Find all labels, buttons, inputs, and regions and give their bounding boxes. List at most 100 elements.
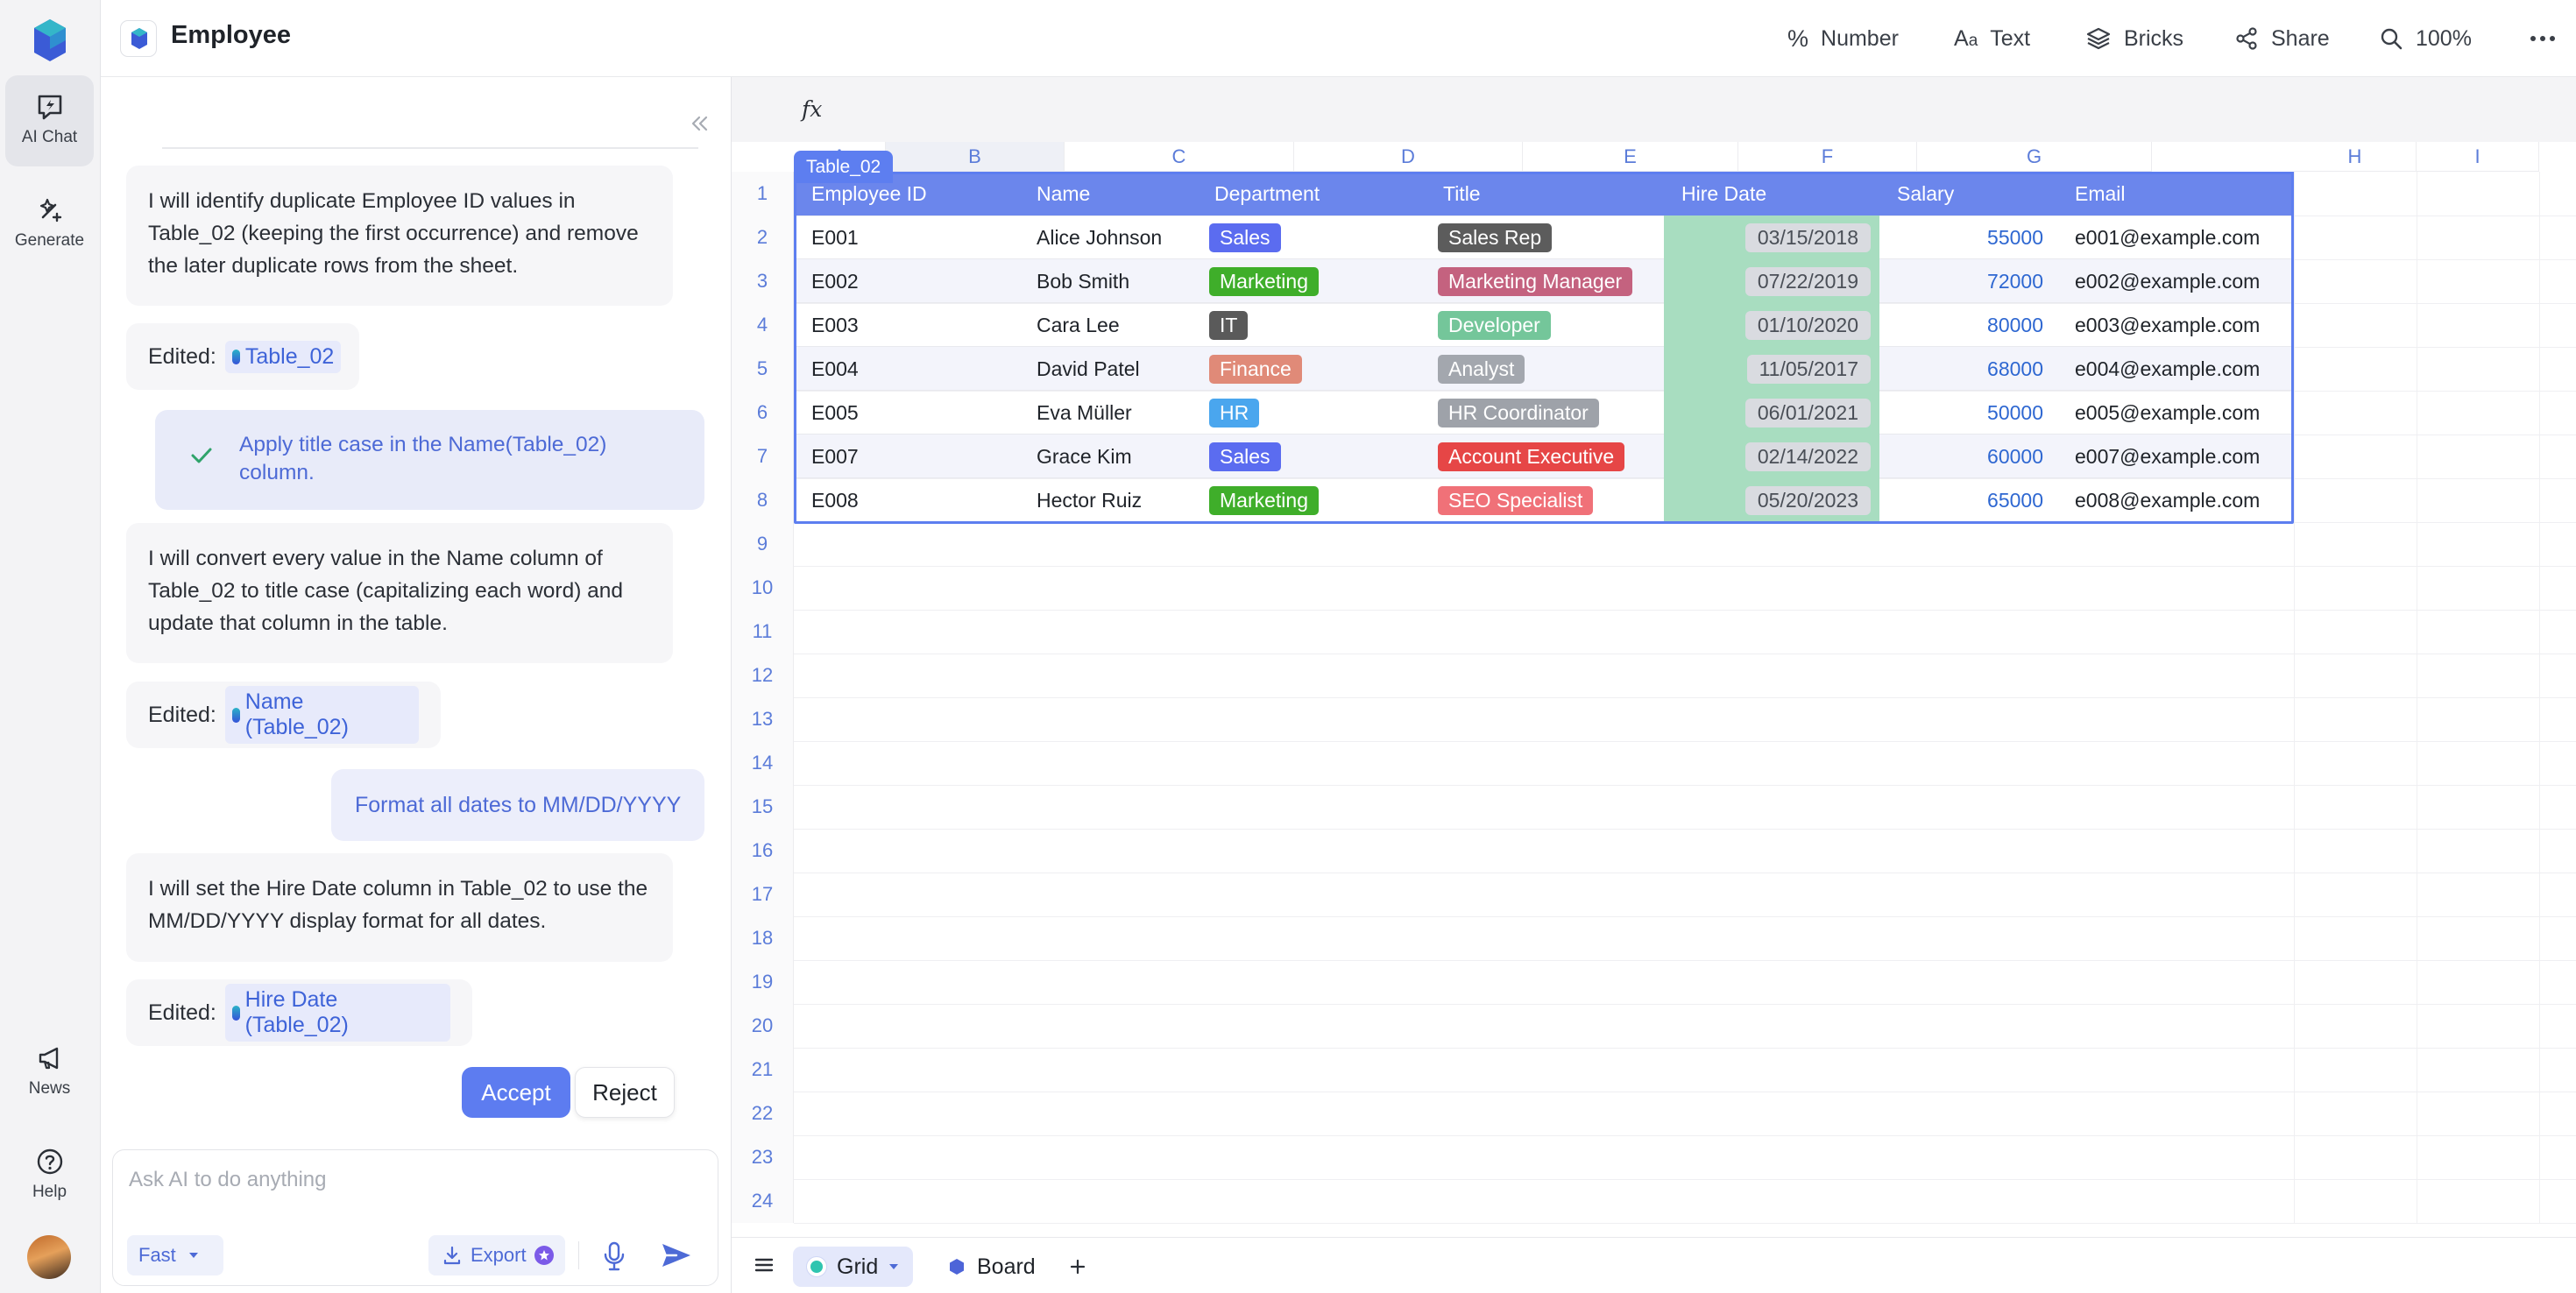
text-format-button[interactable]: Aa Text xyxy=(1954,19,2030,58)
row-number[interactable]: 7 xyxy=(732,435,794,478)
row-number[interactable]: 14 xyxy=(732,741,794,785)
cell-salary[interactable]: 60000 xyxy=(1879,435,2057,478)
ask-ai-input[interactable] xyxy=(127,1162,705,1198)
row-number[interactable]: 2 xyxy=(732,216,794,259)
cell-title[interactable]: SEO Specialist xyxy=(1426,478,1664,522)
row-number[interactable]: 10 xyxy=(732,566,794,610)
header-name[interactable]: Name xyxy=(1019,172,1197,216)
cell-salary[interactable]: 68000 xyxy=(1879,347,2057,391)
cell-department[interactable]: Sales xyxy=(1197,216,1426,259)
collapse-panel-icon[interactable] xyxy=(686,110,712,137)
cell-hire-date[interactable]: 02/14/2022 xyxy=(1664,435,1879,478)
grid-area[interactable]: A B C D E F G H I 1234567891011121314151… xyxy=(732,142,2576,1224)
reject-button[interactable]: Reject xyxy=(575,1067,675,1118)
row-number[interactable]: 4 xyxy=(732,303,794,347)
export-button[interactable]: Export xyxy=(428,1235,565,1275)
app-logo-icon[interactable] xyxy=(32,18,67,63)
cell-title[interactable]: Account Executive xyxy=(1426,435,1664,478)
cell-name[interactable]: Eva Müller xyxy=(1019,391,1197,435)
cell-employee-id[interactable]: E001 xyxy=(794,216,1019,259)
row-number[interactable]: 17 xyxy=(732,873,794,916)
cell-salary[interactable]: 80000 xyxy=(1879,303,2057,347)
cell-title[interactable]: Analyst xyxy=(1426,347,1664,391)
row-number[interactable]: 16 xyxy=(732,829,794,873)
view-tab-board[interactable]: Board xyxy=(933,1247,1050,1287)
cell-department[interactable]: Sales xyxy=(1197,435,1426,478)
document-title[interactable]: Employee xyxy=(171,21,291,50)
cell-salary[interactable]: 72000 xyxy=(1879,259,2057,303)
cell-department[interactable]: Marketing xyxy=(1197,259,1426,303)
header-email[interactable]: Email xyxy=(2057,172,2294,216)
column-header-h[interactable]: H xyxy=(2294,142,2417,172)
cell-email[interactable]: e008@example.com xyxy=(2057,478,2294,522)
cell-email[interactable]: e004@example.com xyxy=(2057,347,2294,391)
cell-employee-id[interactable]: E004 xyxy=(794,347,1019,391)
cell-email[interactable]: e007@example.com xyxy=(2057,435,2294,478)
cell-hire-date[interactable]: 11/05/2017 xyxy=(1664,347,1879,391)
cell-employee-id[interactable]: E003 xyxy=(794,303,1019,347)
cell-salary[interactable]: 55000 xyxy=(1879,216,2057,259)
cell-email[interactable]: e005@example.com xyxy=(2057,391,2294,435)
cell-salary[interactable]: 65000 xyxy=(1879,478,2057,522)
zoom-control[interactable]: 100% xyxy=(2379,19,2472,58)
row-number[interactable]: 15 xyxy=(732,785,794,829)
cell-title[interactable]: Marketing Manager xyxy=(1426,259,1664,303)
header-department[interactable]: Department xyxy=(1197,172,1426,216)
cell-hire-date[interactable]: 01/10/2020 xyxy=(1664,303,1879,347)
cell-employee-id[interactable]: E002 xyxy=(794,259,1019,303)
row-number[interactable]: 5 xyxy=(732,347,794,391)
cell-employee-id[interactable]: E005 xyxy=(794,391,1019,435)
column-header-f[interactable]: F xyxy=(1738,142,1917,172)
column-header-e[interactable]: E xyxy=(1523,142,1738,172)
row-number[interactable]: 21 xyxy=(732,1048,794,1092)
edit-chip-table[interactable]: Table_02 xyxy=(224,340,342,373)
cell-email[interactable]: e003@example.com xyxy=(2057,303,2294,347)
row-number[interactable]: 24 xyxy=(732,1179,794,1223)
share-button[interactable]: Share xyxy=(2234,19,2330,58)
column-header-d[interactable]: D xyxy=(1294,142,1523,172)
column-header-b[interactable]: B xyxy=(886,142,1065,172)
row-number[interactable]: 13 xyxy=(732,697,794,741)
rail-ai-chat[interactable]: AI Chat xyxy=(5,75,94,166)
cell-name[interactable]: Hector Ruiz xyxy=(1019,478,1197,522)
row-number[interactable]: 9 xyxy=(732,522,794,566)
cell-employee-id[interactable]: E008 xyxy=(794,478,1019,522)
row-number[interactable]: 1 xyxy=(732,172,794,216)
row-number[interactable]: 23 xyxy=(732,1135,794,1179)
column-header-i[interactable]: I xyxy=(2417,142,2539,172)
cell-name[interactable]: Cara Lee xyxy=(1019,303,1197,347)
row-number[interactable]: 22 xyxy=(732,1092,794,1135)
cell-salary[interactable]: 50000 xyxy=(1879,391,2057,435)
row-number[interactable]: 11 xyxy=(732,610,794,654)
edit-chip-name-column[interactable]: Name (Table_02) xyxy=(224,686,419,744)
applied-suggestion[interactable]: Apply title case in the Name(Table_02) c… xyxy=(155,410,704,510)
row-number[interactable]: 19 xyxy=(732,960,794,1004)
number-format-button[interactable]: % Number xyxy=(1787,19,1899,58)
cell-name[interactable]: David Patel xyxy=(1019,347,1197,391)
cell-employee-id[interactable]: E007 xyxy=(794,435,1019,478)
mode-select[interactable]: Fast xyxy=(127,1235,223,1275)
formula-bar[interactable]: fx xyxy=(732,77,2576,142)
row-number[interactable]: 12 xyxy=(732,654,794,697)
cell-department[interactable]: Finance xyxy=(1197,347,1426,391)
user-avatar[interactable] xyxy=(27,1235,71,1279)
row-number[interactable]: 8 xyxy=(732,478,794,522)
edit-chip-hire-date-column[interactable]: Hire Date (Table_02) xyxy=(224,984,450,1042)
cell-title[interactable]: HR Coordinator xyxy=(1426,391,1664,435)
column-header-c[interactable]: C xyxy=(1065,142,1294,172)
row-number[interactable]: 20 xyxy=(732,1004,794,1048)
rail-news[interactable]: News xyxy=(5,1027,94,1118)
column-header-g[interactable]: G xyxy=(1917,142,2152,172)
header-hire-date[interactable]: Hire Date xyxy=(1664,172,1879,216)
cell-department[interactable]: IT xyxy=(1197,303,1426,347)
cell-department[interactable]: Marketing xyxy=(1197,478,1426,522)
cell-email[interactable]: e001@example.com xyxy=(2057,216,2294,259)
header-salary[interactable]: Salary xyxy=(1879,172,2057,216)
send-icon[interactable] xyxy=(661,1241,692,1269)
bricks-button[interactable]: Bricks xyxy=(2085,19,2183,58)
cell-hire-date[interactable]: 03/15/2018 xyxy=(1664,216,1879,259)
row-number[interactable]: 18 xyxy=(732,916,794,960)
view-tab-grid[interactable]: Grid xyxy=(793,1247,914,1287)
cell-department[interactable]: HR xyxy=(1197,391,1426,435)
cell-title[interactable]: Sales Rep xyxy=(1426,216,1664,259)
